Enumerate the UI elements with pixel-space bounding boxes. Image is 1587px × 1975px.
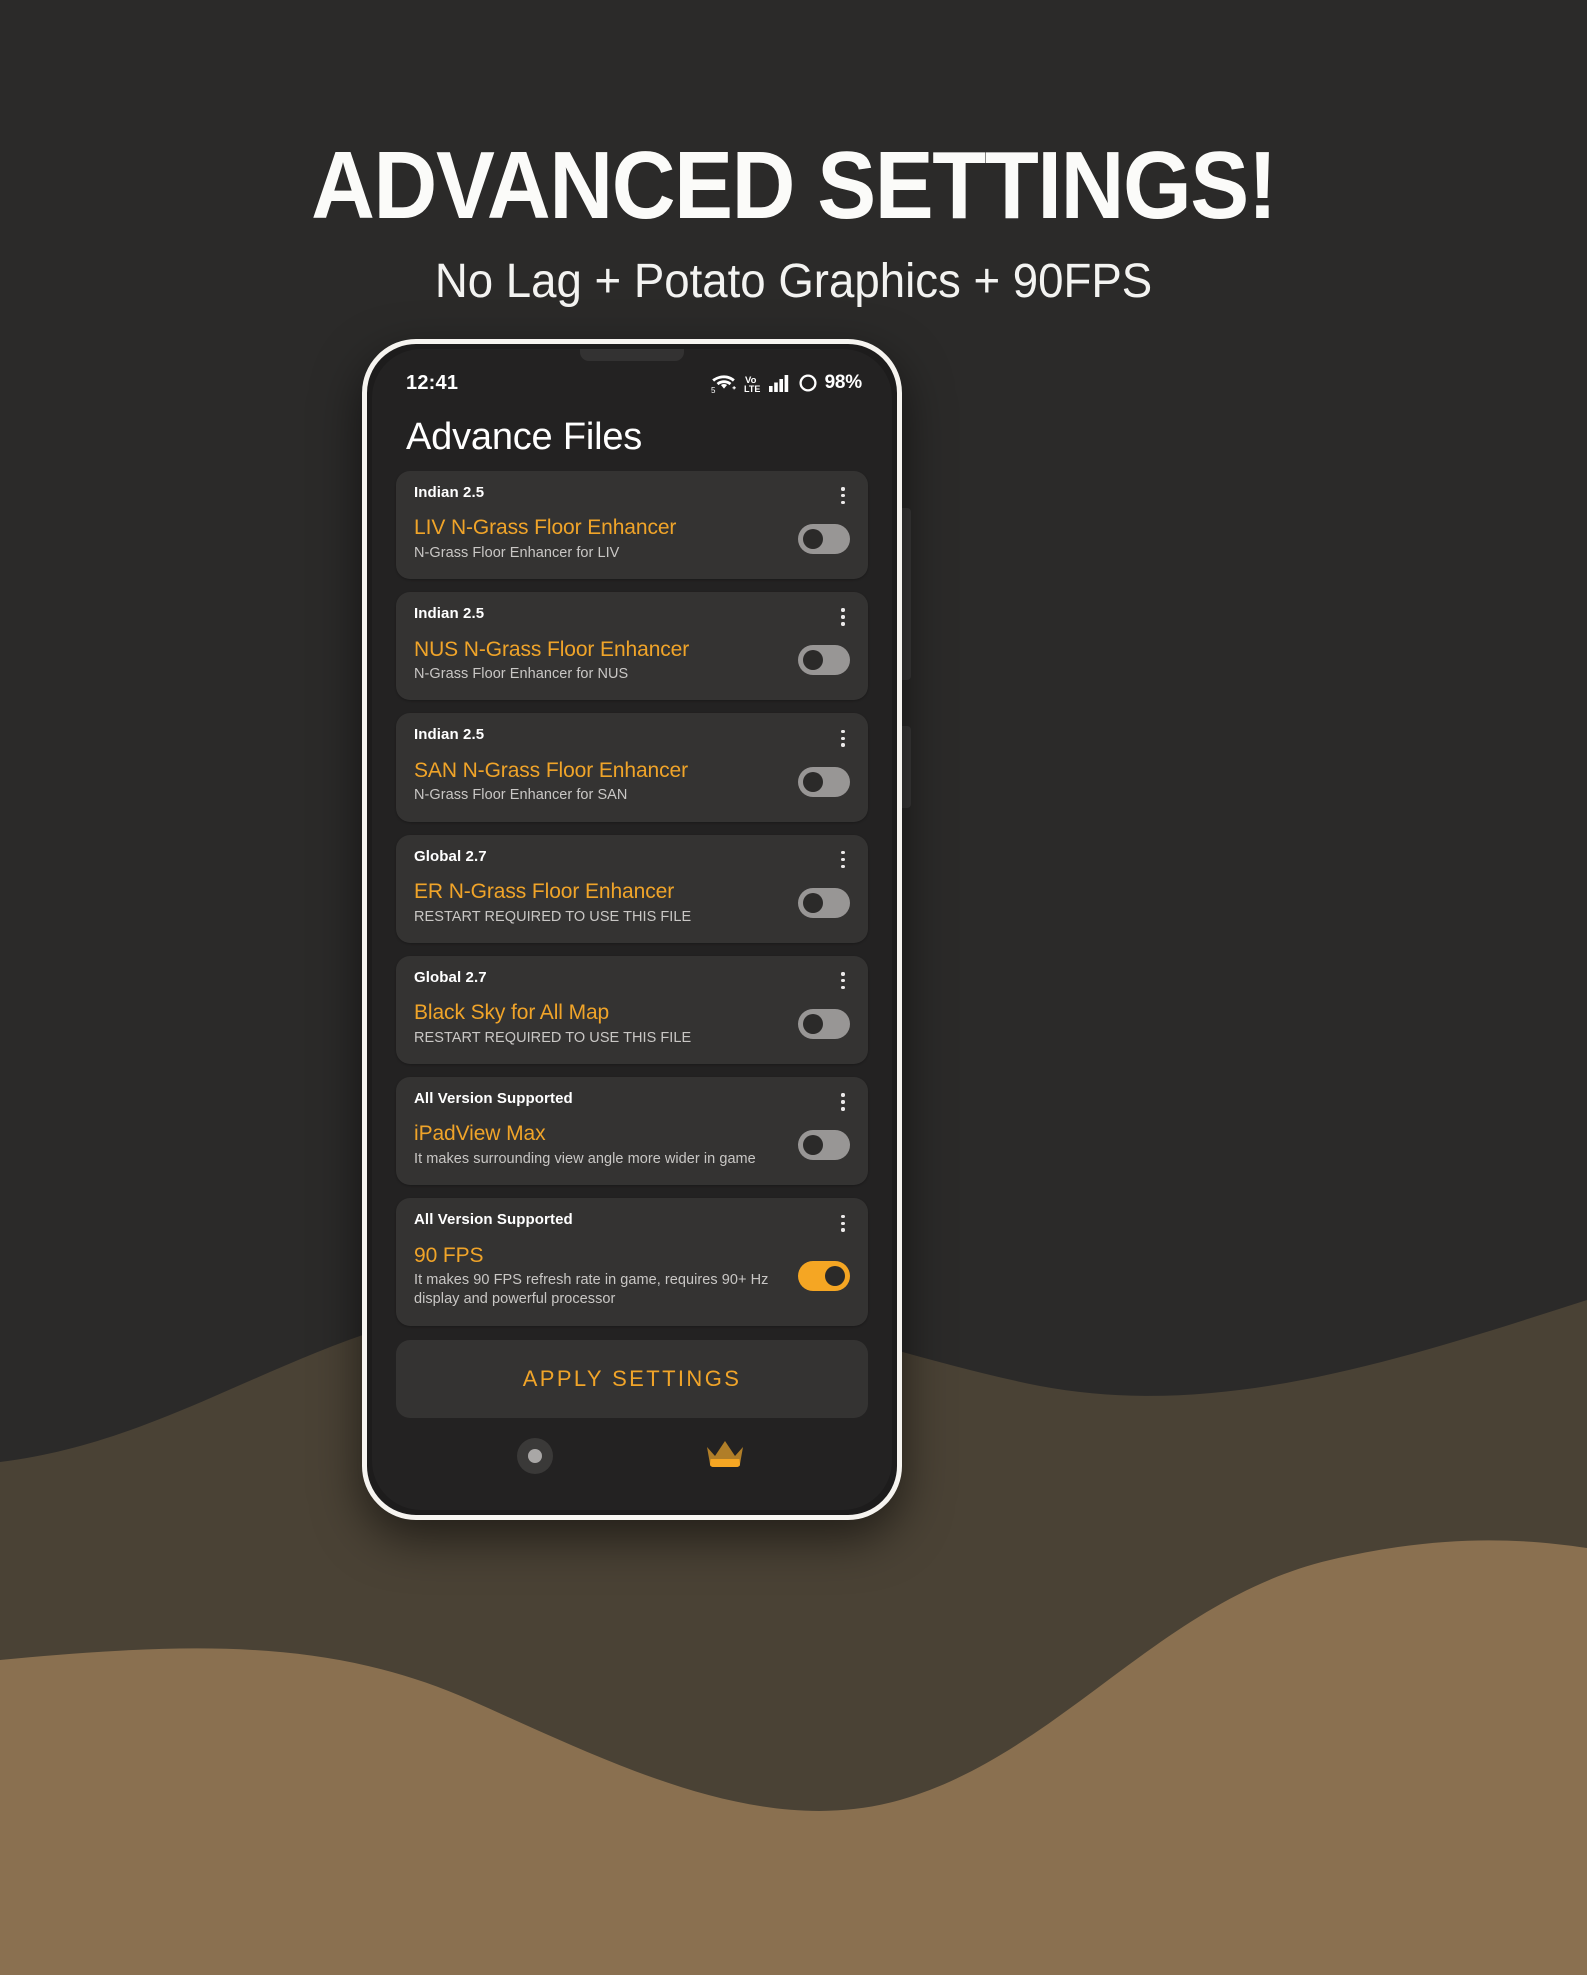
file-card-description: RESTART REQUIRED TO USE THIS FILE bbox=[414, 908, 692, 925]
toggle-knob bbox=[825, 1266, 845, 1287]
file-card-toggle[interactable] bbox=[798, 1130, 850, 1161]
overflow-menu-icon[interactable] bbox=[832, 604, 854, 630]
file-card-version: All Version Supported bbox=[414, 1211, 573, 1229]
phone-mockup: 12:41 5 Vo LTE 98% Advance Files Indian … bbox=[362, 339, 902, 1520]
file-card-toggle[interactable] bbox=[798, 887, 850, 918]
file-card-version: All Version Supported bbox=[414, 1089, 573, 1107]
status-icons: 5 Vo LTE 98% bbox=[711, 372, 863, 394]
file-card-version: Indian 2.5 bbox=[414, 483, 485, 501]
file-card-name: LIV N-Grass Floor Enhancer bbox=[414, 516, 677, 540]
file-card-body: SAN N-Grass Floor Enhancer N-Grass Floor … bbox=[414, 758, 850, 806]
file-card-body: NUS N-Grass Floor Enhancer N-Grass Floor … bbox=[414, 637, 850, 685]
file-card-name: iPadView Max bbox=[414, 1122, 546, 1146]
app-bar: Advance Files bbox=[372, 403, 892, 471]
overflow-menu-icon[interactable] bbox=[832, 483, 854, 509]
file-card-toggle[interactable] bbox=[798, 524, 850, 555]
home-circle-icon bbox=[517, 1438, 553, 1474]
toggle-knob bbox=[803, 529, 823, 550]
overflow-menu-icon[interactable] bbox=[832, 725, 854, 751]
file-card-toggle[interactable] bbox=[798, 645, 850, 676]
toggle-knob bbox=[803, 892, 823, 913]
file-card-texts: 90 FPS It makes 90 FPS refresh rate in ga… bbox=[414, 1243, 798, 1310]
bottom-navigation bbox=[372, 1418, 892, 1510]
file-card-body: ER N-Grass Floor Enhancer RESTART REQUIRE… bbox=[414, 879, 850, 927]
file-card-description: N-Grass Floor Enhancer for SAN bbox=[414, 787, 628, 804]
phone-frame: 12:41 5 Vo LTE 98% Advance Files Indian … bbox=[362, 339, 902, 1520]
file-card-texts: ER N-Grass Floor Enhancer RESTART REQUIRE… bbox=[414, 879, 798, 927]
phone-notch bbox=[580, 349, 684, 361]
file-card-texts: NUS N-Grass Floor Enhancer N-Grass Floor … bbox=[414, 637, 798, 685]
file-card-toggle[interactable] bbox=[798, 1261, 850, 1292]
file-card[interactable]: All Version Supported iPadView Max It make… bbox=[396, 1076, 868, 1186]
overflow-menu-icon[interactable] bbox=[832, 847, 854, 873]
overflow-menu-icon[interactable] bbox=[832, 1089, 854, 1115]
file-card-name: Black Sky for All Map bbox=[414, 1001, 610, 1025]
toggle-knob bbox=[803, 650, 823, 671]
file-card[interactable]: Global 2.7 ER N-Grass Floor Enhancer RESTA… bbox=[396, 834, 868, 943]
overflow-menu-icon[interactable] bbox=[832, 1210, 854, 1236]
overflow-menu-icon[interactable] bbox=[832, 968, 854, 994]
file-card-toggle[interactable] bbox=[798, 766, 850, 797]
file-card[interactable]: Indian 2.5 NUS N-Grass Floor Enhancer N-Gr… bbox=[396, 592, 868, 701]
nav-item-premium[interactable] bbox=[703, 1437, 747, 1475]
page-title: Advance Files bbox=[406, 416, 643, 458]
file-card-version: Global 2.7 bbox=[414, 847, 487, 865]
file-card-description: N-Grass Floor Enhancer for NUS bbox=[414, 666, 629, 683]
file-card-version: Global 2.7 bbox=[414, 968, 487, 986]
file-card-version: Indian 2.5 bbox=[414, 726, 485, 744]
file-card-body: Black Sky for All Map RESTART REQUIRED TO… bbox=[414, 1000, 850, 1048]
file-card-body: iPadView Max It makes surrounding view an… bbox=[414, 1121, 850, 1169]
phone-screen: 12:41 5 Vo LTE 98% Advance Files Indian … bbox=[372, 349, 892, 1510]
battery-percent-label: 98% bbox=[824, 372, 863, 393]
toggle-knob bbox=[803, 771, 823, 792]
file-card-name: NUS N-Grass Floor Enhancer bbox=[414, 637, 690, 661]
status-time: 12:41 bbox=[406, 371, 459, 394]
file-card-version: Indian 2.5 bbox=[414, 605, 485, 623]
file-card-texts: Black Sky for All Map RESTART REQUIRED TO… bbox=[414, 1000, 798, 1048]
signal-bars-icon bbox=[768, 375, 788, 392]
file-card[interactable]: Indian 2.5 SAN N-Grass Floor Enhancer N-Gr… bbox=[396, 713, 868, 822]
file-card-description: RESTART REQUIRED TO USE THIS FILE bbox=[414, 1029, 692, 1046]
battery-circle-icon bbox=[799, 374, 817, 392]
file-card-description: It makes surrounding view angle more wid… bbox=[414, 1151, 756, 1168]
file-card-body: LIV N-Grass Floor Enhancer N-Grass Floor … bbox=[414, 515, 850, 563]
file-card[interactable]: All Version Supported 90 FPS It makes 90 F… bbox=[396, 1198, 868, 1326]
svg-text:LTE: LTE bbox=[744, 384, 760, 394]
file-card[interactable]: Global 2.7 Black Sky for All Map RESTART R… bbox=[396, 955, 868, 1064]
volte-icon: Vo LTE bbox=[744, 375, 760, 394]
file-card[interactable]: Indian 2.5 LIV N-Grass Floor Enhancer N-Gr… bbox=[396, 470, 868, 580]
apply-settings-label: APPLY SETTINGS bbox=[522, 1366, 742, 1392]
nav-item-home[interactable] bbox=[517, 1438, 553, 1474]
file-list[interactable]: Indian 2.5 LIV N-Grass Floor Enhancer N-Gr… bbox=[372, 470, 892, 1338]
toggle-knob bbox=[803, 1014, 823, 1035]
file-card-name: 90 FPS bbox=[414, 1243, 484, 1267]
file-card-texts: SAN N-Grass Floor Enhancer N-Grass Floor … bbox=[414, 758, 798, 806]
file-card-toggle[interactable] bbox=[798, 1009, 850, 1040]
file-card-name: SAN N-Grass Floor Enhancer bbox=[414, 758, 688, 782]
file-card-description: N-Grass Floor Enhancer for LIV bbox=[414, 544, 620, 561]
toggle-knob bbox=[803, 1135, 823, 1156]
file-card-texts: LIV N-Grass Floor Enhancer N-Grass Floor … bbox=[414, 515, 798, 563]
file-card-name: ER N-Grass Floor Enhancer bbox=[414, 880, 675, 903]
crown-premium-icon bbox=[707, 1441, 743, 1467]
file-card-texts: iPadView Max It makes surrounding view an… bbox=[414, 1121, 798, 1169]
wifi-5-icon: 5 bbox=[711, 375, 736, 394]
file-card-body: 90 FPS It makes 90 FPS refresh rate in ga… bbox=[414, 1243, 850, 1310]
file-card-description: It makes 90 FPS refresh rate in game, re… bbox=[414, 1272, 769, 1308]
svg-text:5: 5 bbox=[711, 386, 716, 394]
apply-settings-button[interactable]: APPLY SETTINGS bbox=[396, 1340, 868, 1418]
